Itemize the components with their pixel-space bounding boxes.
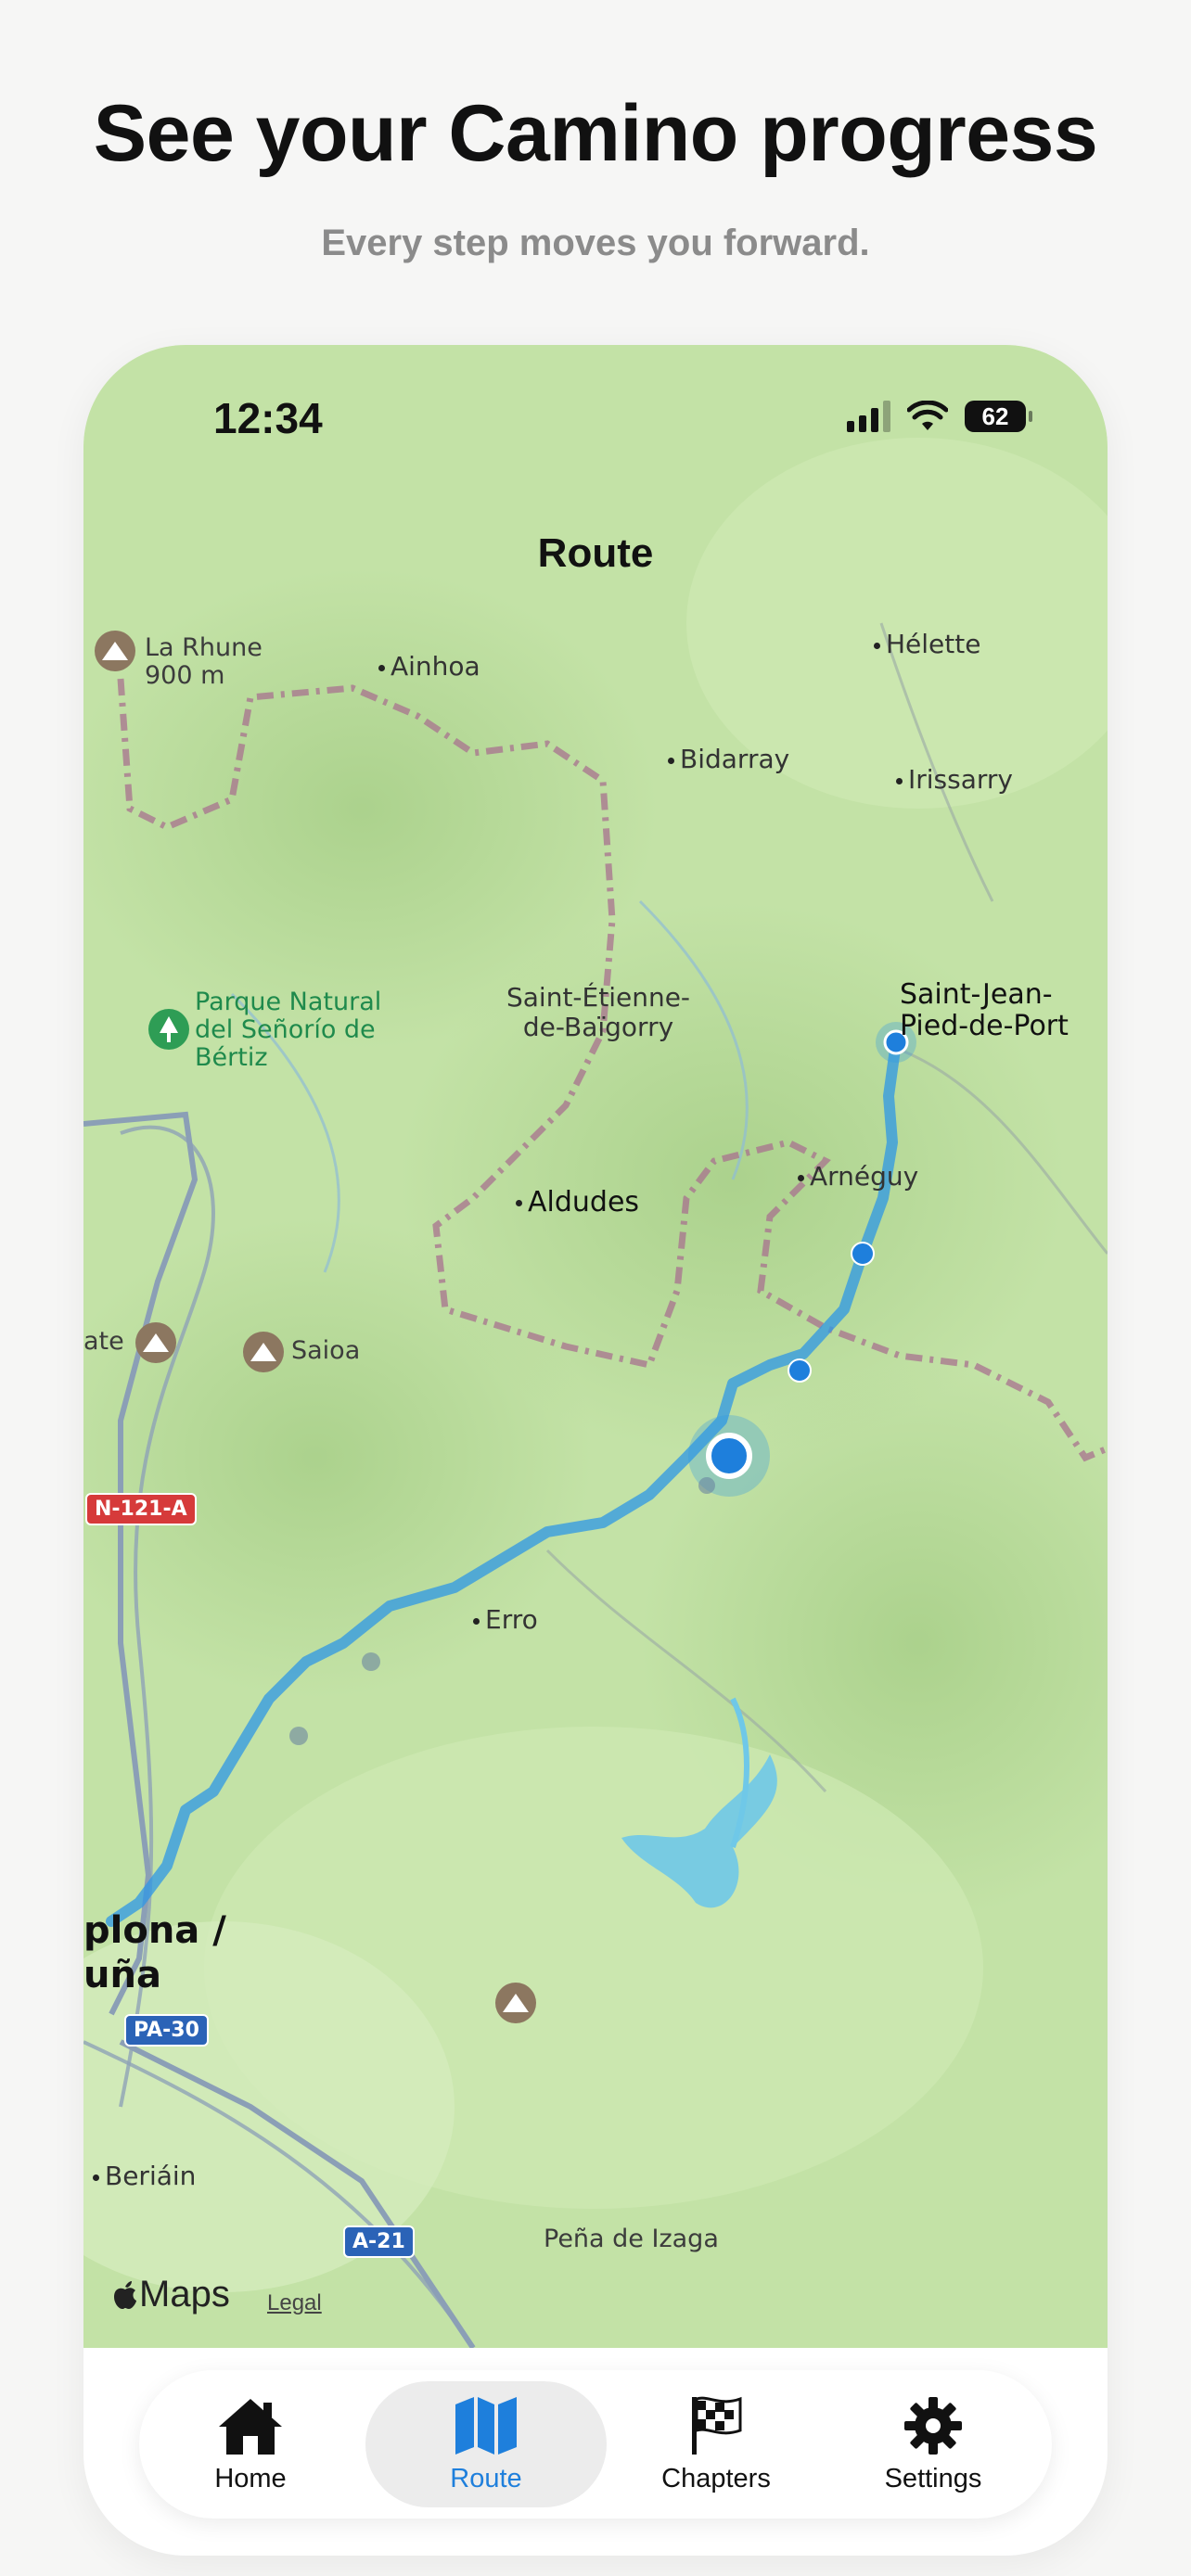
maps-attribution: Maps [111, 2274, 230, 2315]
map-label-saint-etienne: Saint-Étienne-de-Baïgorry [506, 982, 691, 1042]
status-icons: 62 [847, 401, 1032, 432]
tab-chapters[interactable]: Chapters [605, 2381, 827, 2507]
cellular-signal-icon [847, 401, 890, 432]
tab-bar: Home Route Chapters Settings [139, 2370, 1052, 2519]
map-label-saint-jean-pied-de-port: Saint-Jean- Pied-de-Port [900, 978, 1069, 1042]
tab-settings[interactable]: Settings [822, 2381, 1044, 2507]
road-badge-a21: A-21 [343, 2225, 415, 2258]
maps-legal-link[interactable]: Legal [267, 2290, 322, 2316]
map-label-saioa: Saioa [291, 1336, 361, 1365]
map-label-pena-de-izaga: Peña de Izaga [544, 2225, 719, 2253]
road-badge-pa30: PA-30 [124, 2014, 209, 2047]
tab-route[interactable]: Route [365, 2381, 607, 2507]
status-time: 12:34 [213, 394, 323, 442]
tab-settings-label: Settings [884, 2463, 982, 2493]
map-label-beriain: Beriáin [93, 2161, 196, 2191]
tab-home[interactable]: Home [139, 2381, 362, 2507]
map-label-ate: ate [83, 1327, 124, 1356]
map-label-erro: Erro [473, 1604, 538, 1635]
checkered-flag-icon [692, 2396, 742, 2455]
map-label-ainhoa: Ainhoa [378, 651, 480, 682]
map-label-helette: Hélette [874, 629, 980, 659]
map-label-pamplona: plona / uña [83, 1909, 226, 1996]
screen-title: Route [537, 530, 654, 576]
phone-frame: 12:34 62 Route La Rhune 900 m Ainhoa Héle… [83, 345, 1108, 2556]
map-label-aldudes: Aldudes [516, 1187, 639, 1218]
map-label-bidarray: Bidarray [668, 744, 789, 774]
map-icon [455, 2396, 517, 2455]
apple-logo-icon [114, 2281, 136, 2309]
map-label-irissarry: Irissarry [896, 764, 1013, 795]
headline: See your Camino progress [93, 89, 1098, 178]
map-label-arneguy: Arnéguy [798, 1161, 918, 1192]
house-icon [219, 2398, 282, 2455]
tab-route-label: Route [450, 2463, 522, 2493]
tab-home-label: Home [214, 2463, 287, 2493]
road-badge-n121a: N-121-A [85, 1493, 197, 1525]
wifi-icon [907, 401, 948, 430]
map-label-parque-natural: Parque Natural del Señorío de Bértiz [195, 988, 382, 1072]
gear-icon [904, 2396, 962, 2455]
subline: Every step moves you forward. [321, 223, 870, 263]
battery-icon: 62 [965, 401, 1032, 432]
map-label-la-rhune: La Rhune 900 m [145, 633, 263, 690]
tab-chapters-label: Chapters [661, 2463, 771, 2493]
